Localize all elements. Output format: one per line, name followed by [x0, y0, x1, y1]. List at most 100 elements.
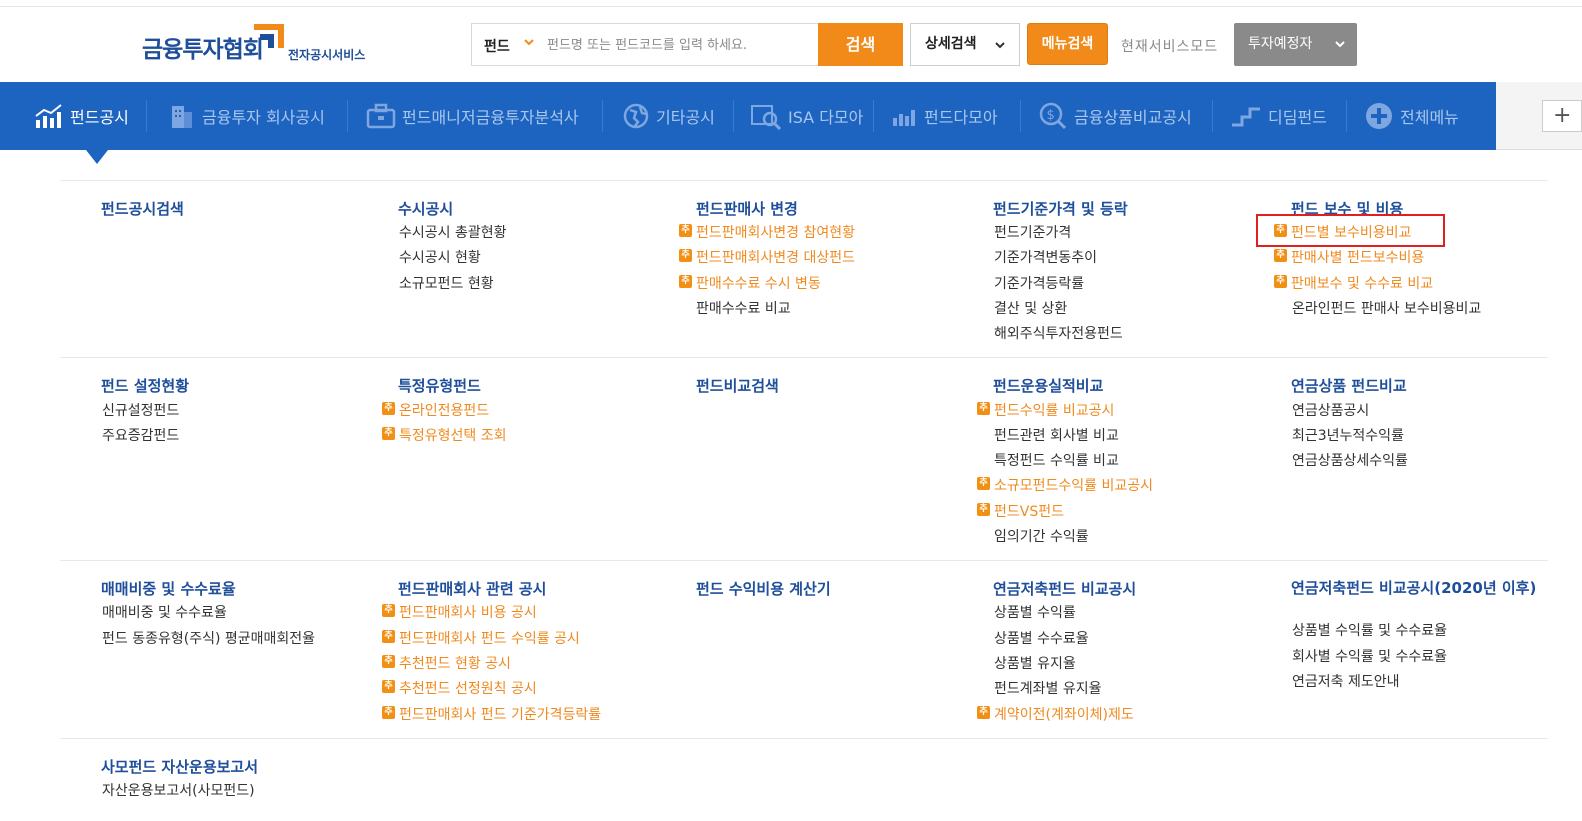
menu-group-title[interactable]: 사모펀드 자산운용보고서	[101, 756, 258, 777]
chevron-down-icon[interactable]	[524, 37, 534, 47]
menu-group-title[interactable]: 펀드운용실적비교	[993, 375, 1103, 396]
menu-item[interactable]: 펀드VS펀드	[994, 501, 1064, 521]
nav-label: 펀드다모아	[924, 108, 998, 127]
menu-item[interactable]: 주요증감펀드	[102, 425, 179, 445]
nav-item-fund-damoa[interactable]: 펀드다모아	[890, 82, 998, 150]
menu-item[interactable]: 펀드 동종유형(주식) 평균매매회전율	[102, 628, 315, 648]
nav-item-other-disclosure[interactable]: 기타공시	[622, 82, 715, 150]
menu-item[interactable]: 판매사별 펀드보수비용	[1291, 247, 1424, 267]
menu-group-title[interactable]: 연금저축펀드 비교공시	[993, 578, 1136, 599]
menu-item[interactable]: 펀드판매회사변경 대상펀드	[696, 247, 855, 267]
search-button[interactable]: 검색	[818, 23, 903, 66]
menu-item[interactable]: 추천펀드 현황 공시	[399, 653, 511, 673]
menu-item[interactable]: 계약이전(계좌이체)제도	[994, 704, 1134, 724]
menu-divider	[60, 738, 1548, 739]
menu-item[interactable]: 결산 및 상환	[994, 298, 1067, 318]
menu-item[interactable]: 매매비중 및 수수료율	[102, 602, 227, 622]
menu-item[interactable]: 펀드판매회사변경 참여현황	[696, 222, 855, 242]
chart-up-icon	[35, 104, 62, 128]
menu-item[interactable]: 추천펀드 선정원칙 공시	[399, 678, 537, 698]
menu-item[interactable]: 최근3년누적수익률	[1292, 425, 1404, 445]
svg-text:$: $	[1047, 108, 1055, 123]
menu-group-title[interactable]: 매매비중 및 수수료율	[101, 578, 236, 599]
plus-circle-icon	[1366, 103, 1392, 129]
menu-item[interactable]: 펀드수익률 비교공시	[994, 400, 1114, 420]
menu-item[interactable]: 상품별 수수료율	[994, 628, 1089, 648]
chevron-down-icon	[995, 42, 1005, 49]
nav-item-product-compare[interactable]: $ 금융상품비교공시	[1038, 82, 1192, 150]
menu-item[interactable]: 상품별 수익률	[994, 602, 1076, 622]
menu-item[interactable]: 연금상품공시	[1292, 400, 1369, 420]
menu-item[interactable]: 소규모펀드 현황	[399, 273, 494, 293]
coin-search-icon: $	[1039, 102, 1067, 130]
menu-item[interactable]: 임의기간 수익률	[994, 526, 1089, 546]
menu-group-title[interactable]: 펀드판매회사 관련 공시	[398, 578, 546, 599]
menu-item[interactable]: 펀드판매회사 펀드 기준가격등락률	[399, 704, 601, 724]
menu-item[interactable]: 판매수수료 수시 변동	[696, 273, 821, 293]
menu-group-title[interactable]: 수시공시	[398, 198, 453, 219]
menu-item[interactable]: 해외주식투자전용펀드	[994, 323, 1123, 343]
menu-item[interactable]: 펀드관련 회사별 비교	[994, 425, 1119, 445]
menu-item[interactable]: 회사별 수익률 및 수수료율	[1292, 646, 1447, 666]
nav-label: ISA 다모아	[788, 108, 864, 127]
menu-item[interactable]: 펀드판매회사 비용 공시	[399, 602, 537, 622]
menu-divider	[60, 560, 1548, 561]
search-box: 펀드	[471, 23, 820, 66]
menu-item[interactable]: 판매보수 및 수수료 비교	[1291, 273, 1433, 293]
logo-text: 금융투자협회	[142, 36, 264, 62]
menu-group-title[interactable]: 펀드 설정현황	[101, 375, 189, 396]
menu-item[interactable]: 온라인펀드 판매사 보수비용비교	[1292, 298, 1481, 318]
menu-group-title[interactable]: 펀드기준가격 및 등락	[993, 198, 1128, 219]
nav-item-all-menu[interactable]: 전체메뉴	[1364, 82, 1459, 150]
menu-item[interactable]: 판매수수료 비교	[696, 298, 791, 318]
menu-item[interactable]: 펀드계좌별 유지율	[994, 678, 1102, 698]
menu-item[interactable]: 수시공시 총괄현황	[399, 222, 507, 242]
menu-item[interactable]: 신규설정펀드	[102, 400, 179, 420]
menu-item[interactable]: 특정유형선택 조회	[399, 425, 507, 445]
nav-label: 전체메뉴	[1400, 108, 1459, 127]
nav-divider	[1020, 100, 1021, 132]
menu-group-title[interactable]: 펀드판매사 변경	[696, 198, 798, 219]
menu-item[interactable]: 펀드판매회사 펀드 수익률 공시	[399, 628, 580, 648]
nav-item-didim-fund[interactable]: 디딤펀드	[1230, 82, 1327, 150]
menu-group-title[interactable]: 펀드비교검색	[696, 375, 779, 396]
search-category-select[interactable]: 펀드	[484, 36, 510, 56]
menu-group-title[interactable]: 연금상품 펀드비교	[1291, 375, 1407, 396]
menu-group-title[interactable]: 연금저축펀드 비교공시(2020년 이후)	[1291, 579, 1546, 597]
recommend-badge-icon: 추	[382, 680, 395, 693]
highlight-box	[1256, 214, 1445, 247]
menu-item[interactable]: 기준가격변동추이	[994, 247, 1097, 267]
menu-item[interactable]: 상품별 수익률 및 수수료율	[1292, 620, 1447, 640]
menu-item[interactable]: 특정펀드 수익률 비교	[994, 450, 1119, 470]
step-icon	[1232, 107, 1260, 127]
menu-search-button[interactable]: 메뉴검색	[1027, 23, 1108, 65]
menu-item[interactable]: 소규모펀드수익률 비교공시	[994, 475, 1153, 495]
nav-item-fund-disclosure[interactable]: 펀드공시	[34, 82, 129, 150]
menu-item[interactable]: 온라인전용펀드	[399, 400, 489, 420]
service-mode-select[interactable]: 투자예정자	[1234, 23, 1357, 66]
nav-label: 디딤펀드	[1268, 108, 1327, 127]
recommend-badge-icon: 추	[679, 224, 692, 237]
menu-item[interactable]: 연금저축 제도안내	[1292, 671, 1400, 691]
recommend-badge-icon: 추	[679, 275, 692, 288]
nav-item-isa[interactable]: ISA 다모아	[750, 82, 863, 150]
nav-label: 펀드매니저금융투자분석사	[402, 108, 579, 127]
search-input[interactable]	[547, 32, 812, 58]
nav-item-fund-manager[interactable]: 펀드매니저금융투자분석사	[366, 82, 579, 150]
nav-divider	[733, 100, 734, 132]
menu-group-title[interactable]: 특정유형펀드	[398, 375, 481, 396]
menu-item[interactable]: 기준가격등락률	[994, 273, 1084, 293]
nav-item-company-disclosure[interactable]: 금융투자 회사공시	[168, 82, 325, 150]
recommend-badge-icon: 추	[977, 402, 990, 415]
menu-group-title[interactable]: 펀드공시검색	[101, 198, 184, 219]
menu-item[interactable]: 수시공시 현황	[399, 247, 481, 267]
recommend-badge-icon: 추	[382, 402, 395, 415]
menu-item[interactable]: 연금상품상세수익률	[1292, 450, 1408, 470]
detail-search-button[interactable]: 상세검색	[910, 23, 1020, 66]
menu-item[interactable]: 자산운용보고서(사모펀드)	[102, 780, 255, 800]
menu-item[interactable]: 펀드기준가격	[994, 222, 1071, 242]
menu-item[interactable]: 상품별 유지율	[994, 653, 1076, 673]
nav-extra-button[interactable]: +	[1542, 100, 1582, 132]
nav-label: 기타공시	[656, 108, 715, 127]
menu-group-title[interactable]: 펀드 수익비용 계산기	[696, 578, 831, 599]
